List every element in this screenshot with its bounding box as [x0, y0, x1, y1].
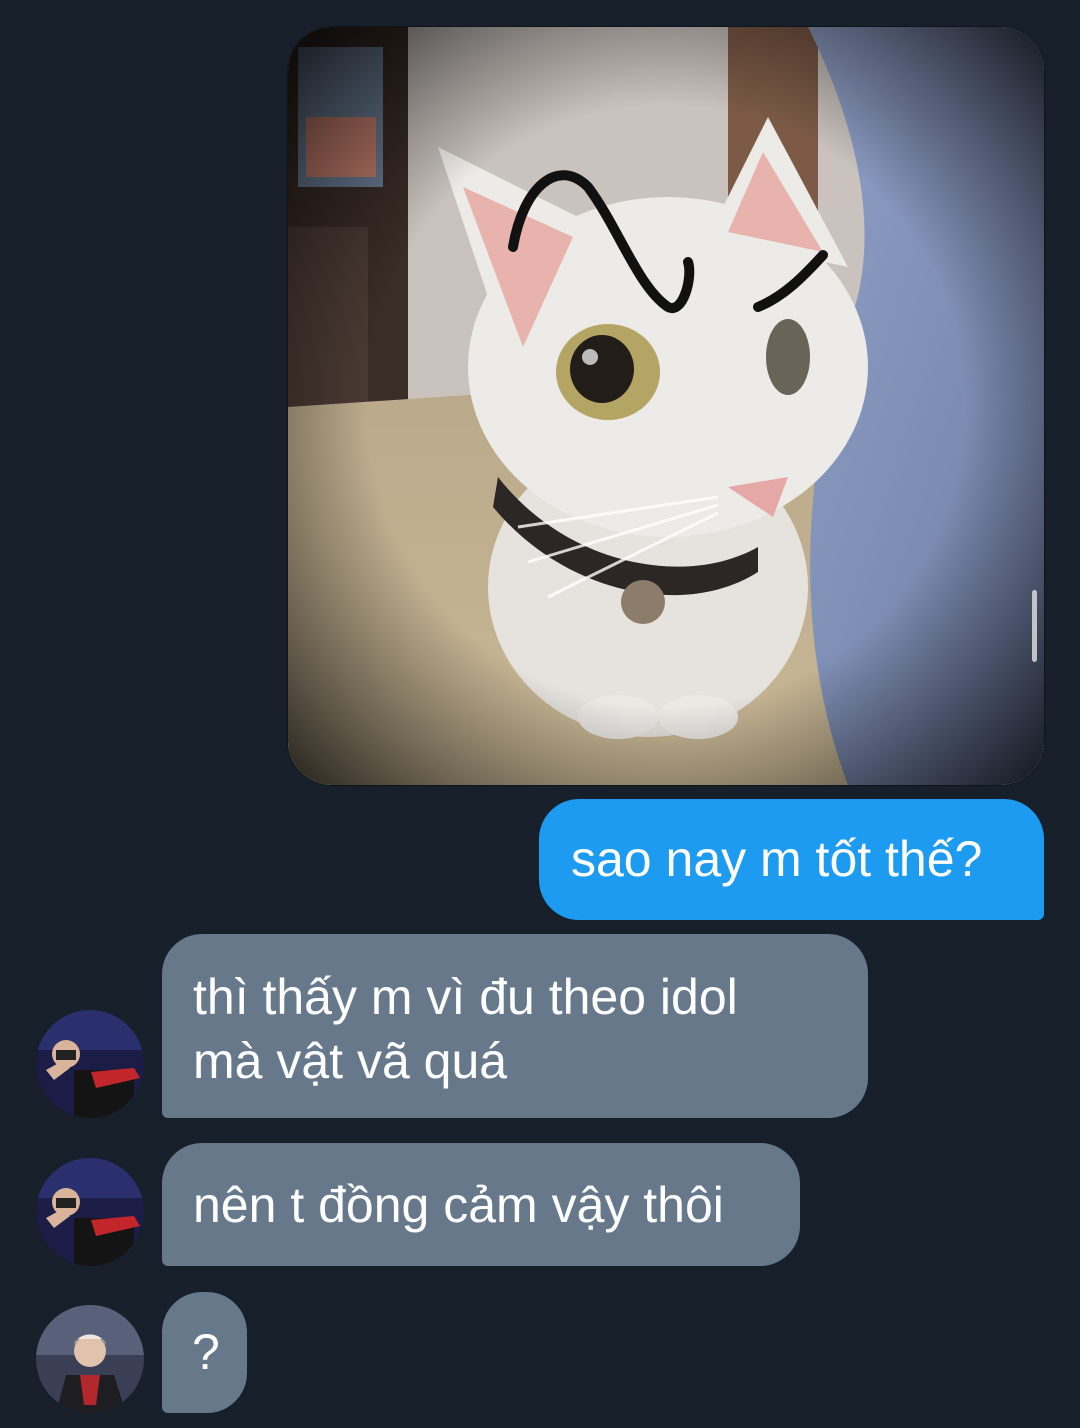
scroll-indicator[interactable] — [1032, 590, 1037, 662]
message-text: nên t đồng cảm vậy thôi — [193, 1177, 724, 1233]
sent-photo-message[interactable] — [288, 27, 1044, 785]
incoming-message-bubble[interactable]: ? — [162, 1292, 247, 1413]
outgoing-message-bubble[interactable]: sao nay m tốt thế? — [539, 799, 1044, 920]
message-text: ? — [192, 1324, 220, 1380]
dm-conversation: sao nay m tốt thế? thì thấy m vì đu theo… — [0, 0, 1080, 1428]
sender-avatar[interactable] — [36, 1010, 144, 1118]
person-avatar-icon — [36, 1010, 144, 1118]
person-avatar-icon — [36, 1305, 144, 1413]
person-avatar-icon — [36, 1158, 144, 1266]
incoming-message-bubble[interactable]: nên t đồng cảm vậy thôi — [162, 1143, 800, 1266]
message-text-line: mà vật vã quá — [193, 1033, 508, 1089]
incoming-message-bubble[interactable]: thì thấy m vì đu theo idol mà vật vã quá — [162, 934, 868, 1118]
cat-photo — [288, 27, 1044, 785]
message-text: sao nay m tốt thế? — [571, 831, 983, 887]
sender-avatar[interactable] — [36, 1158, 144, 1266]
message-text-line: thì thấy m vì đu theo idol — [193, 969, 738, 1025]
sender-avatar[interactable] — [36, 1305, 144, 1413]
